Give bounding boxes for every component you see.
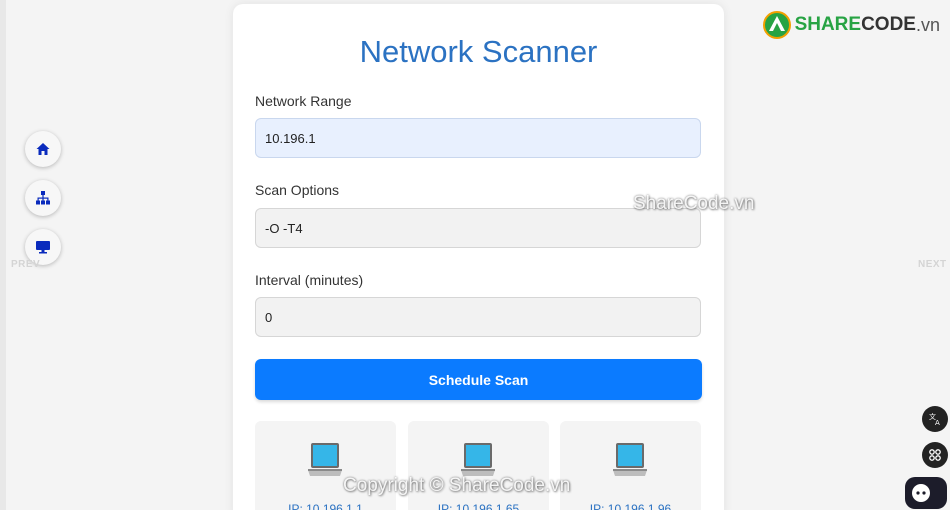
interval-input[interactable]: 0 <box>255 297 701 337</box>
chat-bot-icon <box>912 484 930 502</box>
page-title: Network Scanner <box>359 34 598 69</box>
watermark-center: ShareCode.vn <box>633 193 755 214</box>
network-icon <box>36 191 50 205</box>
home-icon <box>36 143 50 155</box>
left-rail <box>0 0 6 510</box>
chat-assistant-button[interactable] <box>905 477 947 509</box>
logo-code-text: CODE <box>861 14 916 35</box>
host-ip: IP: 10.196.1.65 <box>437 502 520 510</box>
translate-icon: 文 A <box>929 412 940 426</box>
host-ip: IP: 10.196.1.96 <box>589 502 672 510</box>
svg-text:A: A <box>935 419 940 426</box>
apps-button[interactable] <box>922 442 948 468</box>
nav-home-button[interactable] <box>25 131 61 167</box>
host-ip: IP: 10.196.1.1 <box>288 502 363 510</box>
network-range-value: 10.196.1 <box>265 130 316 146</box>
logo-vn-text: .vn <box>915 14 940 35</box>
laptop-icon <box>613 443 647 476</box>
scanner-card: Network Scanner Network Range 10.196.1 S… <box>233 4 724 510</box>
logo-share-text: SHARE <box>794 14 862 35</box>
scan-options-value: -O -T4 <box>265 220 303 236</box>
next-link[interactable]: NEXT <box>918 259 947 270</box>
schedule-scan-button[interactable]: Schedule Scan <box>255 359 702 400</box>
interval-label: Interval (minutes) <box>255 272 364 288</box>
monitor-icon <box>36 241 50 254</box>
watermark-bottom: Copyright © ShareCode.vn <box>343 475 571 496</box>
translate-button[interactable]: 文 A <box>922 406 948 432</box>
sharecode-logo: SHARE CODE .vn <box>762 10 940 40</box>
grid-icon <box>929 449 941 461</box>
network-range-label: Network Range <box>255 93 352 109</box>
host-card[interactable]: IP: 10.196.1.96 <box>560 421 701 510</box>
page: PREV NEXT Network Scanner Network Range … <box>0 0 950 510</box>
prev-link[interactable]: PREV <box>11 259 40 270</box>
scan-options-label: Scan Options <box>255 182 340 198</box>
laptop-icon <box>308 443 342 476</box>
network-range-input[interactable]: 10.196.1 <box>255 118 701 158</box>
sharecode-logo-icon <box>762 11 791 39</box>
nav-network-button[interactable] <box>25 180 61 216</box>
interval-value: 0 <box>265 309 273 325</box>
